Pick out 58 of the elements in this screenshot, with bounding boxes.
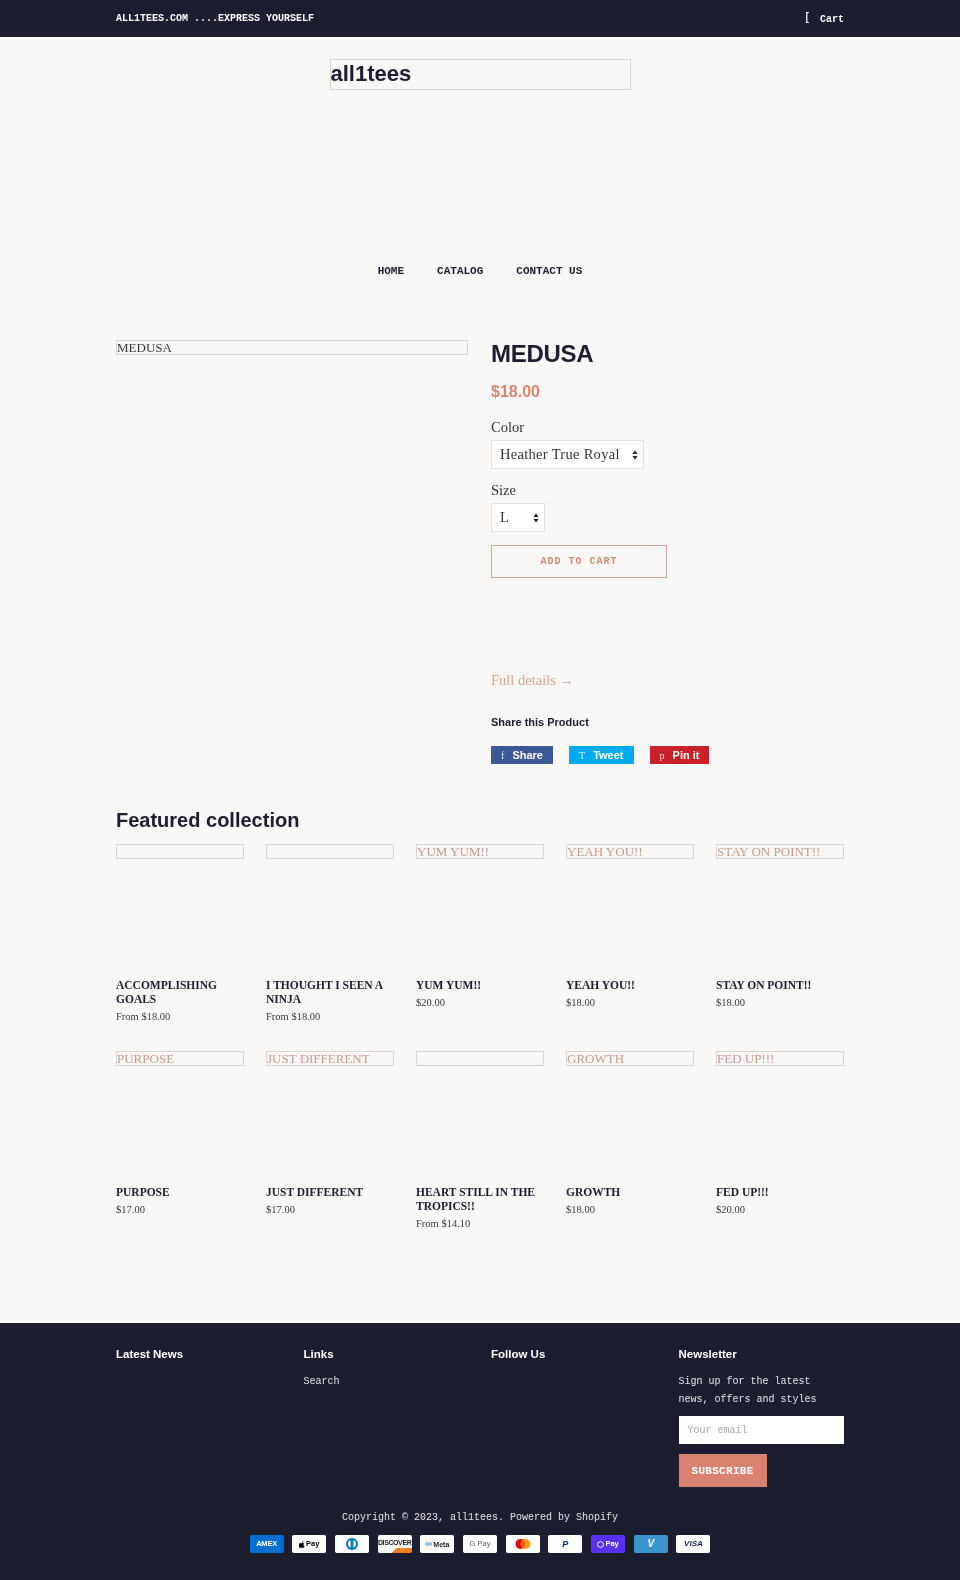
product-card-price: $18.00: [716, 996, 746, 1010]
product-card-title[interactable]: HEART STILL IN THE TROPICS!!: [416, 1185, 544, 1213]
product-card-price: From $18.00: [116, 1010, 172, 1024]
footer-heading: Newsletter: [678, 1347, 737, 1362]
product-card-title[interactable]: YEAH YOU!!: [566, 978, 694, 992]
ring-icon: [597, 1540, 605, 1548]
product-card-price: $20.00: [716, 1203, 746, 1217]
footer-heading: Follow Us: [491, 1347, 546, 1362]
product-card-price: $18.00: [566, 996, 596, 1010]
image-placeholder[interactable]: [116, 844, 244, 859]
product-card-title[interactable]: JUST DIFFERENT: [266, 1185, 394, 1199]
paypal-logo: P: [548, 1535, 583, 1553]
product-card-price: $17.00: [266, 1203, 296, 1217]
select-arrows-icon: [533, 512, 539, 523]
facebook-share-button[interactable]: f Share: [491, 746, 553, 764]
nav-link[interactable]: CONTACT US: [516, 264, 583, 278]
option-select[interactable]: Heather True Royal: [491, 440, 644, 469]
option-select[interactable]: L: [491, 503, 545, 532]
option-label: Size: [491, 481, 516, 499]
cart-link[interactable]: [ Cart: [803, 10, 844, 27]
split-circle-logo-icon: [334, 1535, 369, 1553]
footer-link[interactable]: Search: [303, 1373, 340, 1391]
image-placeholder[interactable]: [416, 1051, 544, 1066]
apple-icon: [299, 1540, 306, 1548]
select-arrows-icon: [631, 449, 638, 460]
footer-heading: Latest News: [116, 1347, 184, 1362]
product-card-price: $18.00: [566, 1203, 596, 1217]
product-card-price: $20.00: [416, 996, 446, 1010]
product-card-price: From $14.10: [416, 1217, 472, 1231]
email-input[interactable]: Your email: [678, 1416, 844, 1444]
visa-logo: VISA: [676, 1535, 711, 1553]
option-label: Color: [491, 418, 525, 436]
nav-link[interactable]: HOME: [377, 264, 405, 278]
nav-link[interactable]: CATALOG: [437, 264, 484, 278]
product-card-title[interactable]: PURPOSE: [116, 1185, 244, 1199]
product-card-price: $17.00: [116, 1203, 146, 1217]
product-card-title[interactable]: I THOUGHT I SEEN A NINJA: [266, 978, 394, 1006]
product-card-price: From $18.00: [266, 1010, 322, 1024]
copyright-text: Copyright © 2023, all1tees. Powered by Shopify: [341, 1511, 618, 1525]
overlapping-circles-logo-icon: [505, 1535, 540, 1553]
announcement-text: ALL1TEES.COM ....EXPRESS YOURSELF: [116, 11, 315, 26]
logo-placeholder[interactable]: all1tees: [329, 59, 631, 90]
pinterest-pin-button[interactable]: p Pin it: [649, 746, 710, 764]
infinity-icon: [425, 1542, 433, 1546]
product-card-title[interactable]: ACCOMPLISHING GOALS: [116, 978, 244, 1006]
product-card-title[interactable]: FED UP!!!: [716, 1185, 844, 1199]
newsletter-text: Sign up for the latest news, offers and styles: [678, 1375, 818, 1407]
venmo-logo: V: [633, 1535, 668, 1553]
product-card-title[interactable]: STAY ON POINT!!: [716, 978, 844, 992]
product-price: $18.00: [491, 382, 540, 402]
product-card-title[interactable]: GROWTH: [566, 1185, 694, 1199]
section-heading: Featured collection: [116, 808, 300, 832]
share-heading: Share this Product: [491, 715, 589, 729]
image-placeholder[interactable]: [266, 844, 394, 859]
product-title: MEDUSA: [491, 340, 594, 368]
image-placeholder[interactable]: MEDUSA: [116, 340, 468, 355]
footer-heading: Links: [303, 1347, 334, 1362]
product-card-title[interactable]: YUM YUM!!: [416, 978, 544, 992]
